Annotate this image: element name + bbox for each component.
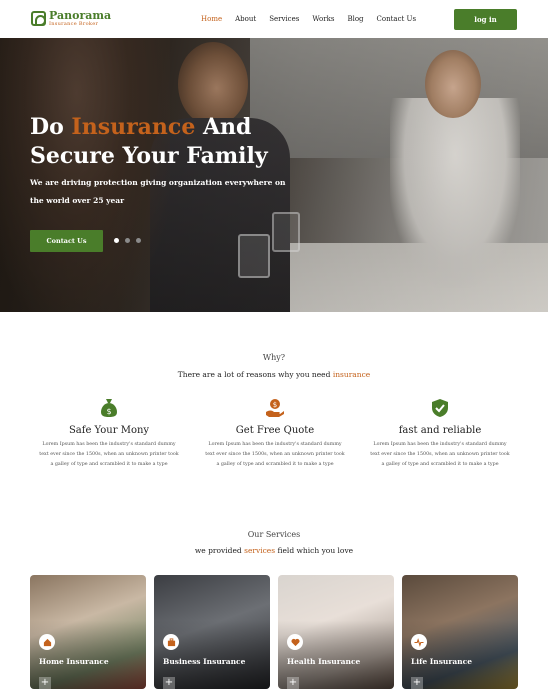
feature-fast-reliable: fast and reliable Lorem Ipsum has been t…	[370, 397, 510, 470]
logo-mark-icon	[31, 11, 46, 26]
slider-dot-3[interactable]	[136, 238, 141, 243]
house-icon	[39, 634, 55, 650]
brand-name: Panorama	[49, 9, 112, 22]
feature-free-quote: $ Get Free Quote Lorem Ipsum has been th…	[205, 397, 345, 470]
nav-item-blog[interactable]: Blog	[347, 15, 363, 23]
nav-item-works[interactable]: Works	[312, 15, 334, 23]
nav-item-services[interactable]: Services	[269, 15, 299, 23]
services-section-label: Our Services	[247, 530, 301, 539]
hero-title: Do Insurance And Secure Your Family	[30, 113, 330, 171]
service-card-health[interactable]: Health Insurance +	[278, 575, 394, 689]
nav-item-contact[interactable]: Contact Us	[377, 15, 417, 23]
slider-dot-1[interactable]	[114, 238, 119, 243]
service-card-title: Life Insurance	[411, 657, 472, 666]
logo[interactable]: Panorama Insurance Broker	[31, 10, 111, 27]
service-card-home[interactable]: Home Insurance +	[30, 575, 146, 689]
why-section-heading: There are a lot of reasons why you need …	[0, 370, 548, 379]
feature-title: fast and reliable	[398, 425, 482, 436]
heart-icon	[287, 634, 303, 650]
hero-title-part1: Do	[30, 114, 72, 140]
feature-text: Lorem Ipsum has been the industry's stan…	[370, 442, 510, 467]
services-heading-text-end: field which you love	[275, 546, 354, 555]
why-heading-accent: insurance	[332, 370, 371, 379]
service-card-title: Health Insurance	[287, 657, 361, 666]
nav-item-home[interactable]: Home	[201, 15, 222, 23]
hero-subtitle: We are driving protection giving organiz…	[30, 178, 286, 205]
feature-safe-money: $ Safe Your Mony Lorem Ipsum has been th…	[39, 397, 179, 470]
pulse-icon	[411, 634, 427, 650]
feature-text: Lorem Ipsum has been the industry's stan…	[205, 442, 345, 467]
feature-title: Get Free Quote	[235, 425, 315, 436]
service-card-business[interactable]: Business Insurance +	[154, 575, 270, 689]
contact-us-button[interactable]: Contact Us	[30, 230, 103, 252]
service-card-life[interactable]: Life Insurance +	[402, 575, 518, 689]
main-menu: Home About Services Works Blog Contact U…	[201, 15, 429, 23]
shield-check-icon	[430, 397, 450, 419]
brand-tagline: Insurance Broker	[49, 21, 99, 27]
services-heading-text: we provided	[194, 546, 245, 555]
services-heading-accent: services	[244, 546, 276, 555]
service-card-title: Business Insurance	[163, 657, 246, 666]
login-button[interactable]: log in	[454, 9, 517, 30]
hero-banner: Do Insurance And Secure Your Family We a…	[0, 38, 548, 312]
why-heading-text: There are a lot of reasons why you need	[177, 370, 333, 379]
hero-title-part2: And	[195, 114, 252, 140]
expand-plus-icon[interactable]: +	[39, 677, 51, 689]
feature-text: Lorem Ipsum has been the industry's stan…	[39, 442, 179, 467]
hero-title-accent: Insurance	[71, 114, 196, 140]
feature-title: Safe Your Mony	[68, 425, 150, 436]
svg-text:$: $	[106, 407, 111, 416]
money-bag-icon: $	[99, 397, 119, 419]
slider-dots	[114, 238, 147, 243]
expand-plus-icon[interactable]: +	[163, 677, 175, 689]
service-card-title: Home Insurance	[39, 657, 109, 666]
why-section-label: Why?	[262, 353, 286, 362]
svg-text:$: $	[273, 401, 277, 409]
slider-dot-2[interactable]	[125, 238, 130, 243]
hero-title-line2: Secure Your Family	[30, 143, 268, 169]
briefcase-icon	[163, 634, 179, 650]
services-section-heading: we provided services field which you lov…	[0, 546, 548, 555]
top-navbar: Panorama Insurance Broker Home About Ser…	[0, 0, 548, 38]
expand-plus-icon[interactable]: +	[411, 677, 423, 689]
nav-item-about[interactable]: About	[235, 15, 256, 23]
expand-plus-icon[interactable]: +	[287, 677, 299, 689]
hand-coin-icon: $	[265, 397, 285, 419]
